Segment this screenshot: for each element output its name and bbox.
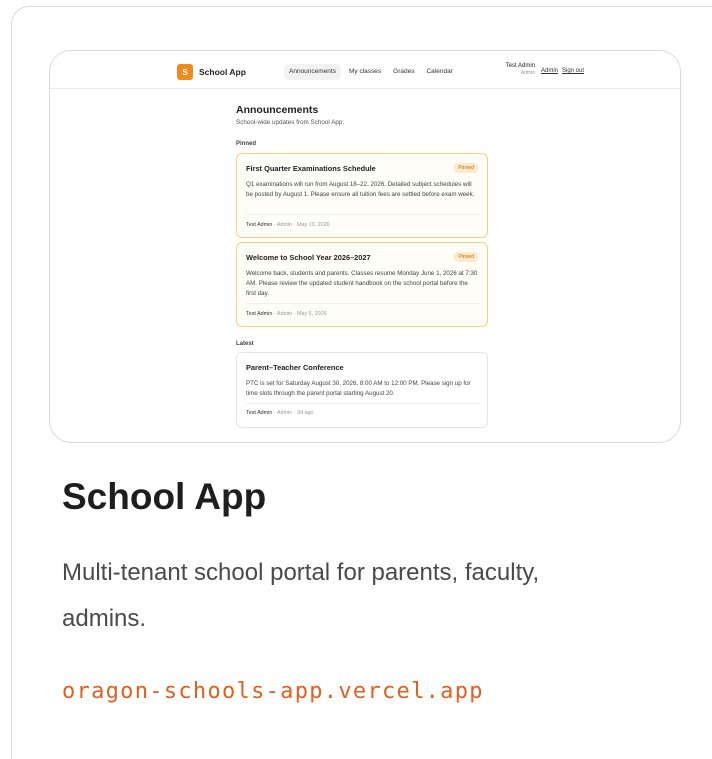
- announcement-meta: Test Admin · Admin · May 6, 2026: [246, 311, 327, 317]
- project-title: School App: [62, 476, 267, 517]
- nav-calendar[interactable]: Calendar: [422, 64, 456, 80]
- page-subtitle: School-wide updates from School App.: [236, 119, 345, 126]
- author-name: Test Admin: [246, 311, 273, 317]
- section-label-latest: Latest: [236, 341, 254, 347]
- sign-out-link[interactable]: Sign out: [562, 68, 584, 74]
- pinned-badge: Pinned: [454, 163, 478, 173]
- app-logo-icon: S: [177, 64, 193, 80]
- author-name: Test Admin: [246, 410, 273, 416]
- divider: [246, 214, 480, 215]
- user-info: Test Admin Admin: [487, 63, 535, 76]
- announcement-card[interactable]: Parent–Teacher Conference PTC is set for…: [236, 352, 488, 428]
- app-preview-screenshot: S School App Announcements My classes Gr…: [49, 50, 681, 443]
- app-top-bar: S School App Announcements My classes Gr…: [50, 51, 680, 89]
- user-role: Admin: [520, 70, 535, 76]
- nav-announcements[interactable]: Announcements: [284, 64, 341, 80]
- announcement-body: Q1 examinations will run from August 18–…: [246, 181, 475, 198]
- admin-link[interactable]: Admin: [541, 68, 558, 74]
- nav-my-classes[interactable]: My classes: [345, 64, 385, 80]
- project-description: Multi-tenant school portal for parents, …: [62, 559, 540, 632]
- page-title: Announcements: [236, 104, 319, 116]
- announcement-card[interactable]: Welcome to School Year 2026–2027 Pinned …: [236, 242, 488, 327]
- author-role: Admin: [276, 311, 293, 317]
- announcement-date: May 6, 2026: [296, 311, 327, 317]
- announcement-date: 3d ago: [296, 410, 314, 416]
- announcement-meta: Test Admin · Admin · 3d ago: [246, 410, 314, 416]
- pinned-badge: Pinned: [454, 252, 478, 262]
- announcement-body: PTC is set for Saturday August 30, 2026,…: [246, 380, 471, 397]
- announcement-title: First Quarter Examinations Schedule: [246, 164, 376, 173]
- user-name: Test Admin: [505, 63, 535, 69]
- app-name: School App: [199, 67, 246, 77]
- author-name: Test Admin: [246, 222, 273, 228]
- author-role: Admin: [276, 222, 293, 228]
- announcement-card[interactable]: First Quarter Examinations Schedule Pinn…: [236, 153, 488, 238]
- announcement-title: Parent–Teacher Conference: [246, 363, 344, 372]
- author-role: Admin: [276, 410, 293, 416]
- main-nav: Announcements My classes Grades Calendar: [284, 64, 457, 80]
- announcement-date: May 13, 2026: [296, 222, 330, 228]
- announcement-body: Welcome back, students and parents. Clas…: [246, 270, 478, 297]
- announcement-meta: Test Admin · Admin · May 13, 2026: [246, 222, 330, 228]
- project-url-link[interactable]: oragon-schools-app.vercel.app: [62, 679, 484, 704]
- divider: [246, 303, 480, 304]
- announcement-title: Welcome to School Year 2026–2027: [246, 253, 371, 262]
- nav-grades[interactable]: Grades: [389, 64, 418, 80]
- divider: [246, 403, 480, 404]
- section-label-pinned: Pinned: [236, 141, 257, 147]
